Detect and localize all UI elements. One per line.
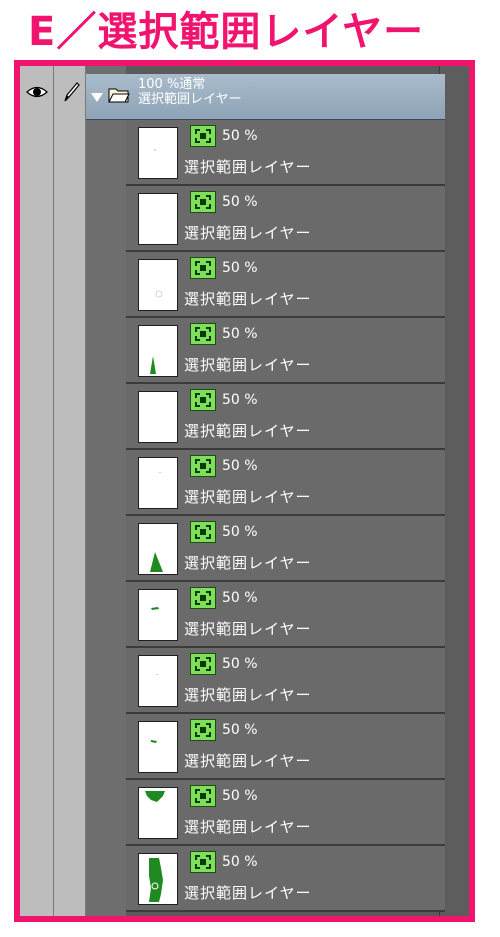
folder-opacity-blend: 100 %通常	[138, 77, 206, 92]
layer-thumbnail	[138, 721, 178, 773]
layer-opacity: 50 %	[222, 590, 258, 606]
layer-thumbnail	[138, 853, 178, 905]
layer-thumbnail	[138, 325, 178, 377]
selection-layer-icon	[190, 785, 216, 807]
layer-row[interactable]: 50 % 選択範囲レイヤー	[126, 450, 445, 516]
layer-thumbnail	[138, 193, 178, 245]
layer-opacity: 50 %	[222, 788, 258, 804]
layer-row[interactable]: 50 % 選択範囲レイヤー	[126, 186, 445, 252]
layer-name: 選択範囲レイヤー	[184, 884, 312, 902]
selection-layer-icon	[190, 455, 216, 477]
layer-name: 選択範囲レイヤー	[184, 224, 312, 242]
edit-lock-column	[54, 66, 86, 916]
layer-name: 選択範囲レイヤー	[184, 290, 312, 308]
layer-opacity: 50 %	[222, 854, 258, 870]
layer-row[interactable]: 50 % 選択範囲レイヤー	[126, 384, 445, 450]
visibility-column	[20, 66, 54, 916]
layer-name: 選択範囲レイヤー	[184, 818, 312, 836]
triangle-down-icon[interactable]	[90, 90, 104, 104]
layer-name: 選択範囲レイヤー	[184, 422, 312, 440]
layer-opacity: 50 %	[222, 392, 258, 408]
selection-layer-icon	[190, 719, 216, 741]
layer-thumbnail	[138, 391, 178, 443]
selection-layer-icon	[190, 653, 216, 675]
layer-thumbnail	[138, 787, 178, 839]
layer-row[interactable]: 50 % 選択範囲レイヤー	[126, 846, 445, 912]
layer-name: 選択範囲レイヤー	[184, 554, 312, 572]
layer-name: 選択範囲レイヤー	[184, 488, 312, 506]
layer-name: 選択範囲レイヤー	[184, 752, 312, 770]
pen-icon[interactable]	[60, 80, 82, 104]
selection-layer-icon	[190, 851, 216, 873]
indent-column	[86, 66, 126, 916]
layer-thumbnail	[138, 589, 178, 641]
selection-layer-icon	[190, 587, 216, 609]
layer-row[interactable]: 50 % 選択範囲レイヤー	[126, 516, 445, 582]
layer-thumbnail	[138, 457, 178, 509]
layer-name: 選択範囲レイヤー	[184, 686, 312, 704]
layer-thumbnail	[138, 259, 178, 311]
page-title: E／選択範囲レイヤー	[28, 9, 425, 55]
layer-opacity: 50 %	[222, 722, 258, 738]
layer-thumbnail	[138, 523, 178, 575]
layer-opacity: 50 %	[222, 458, 258, 474]
layer-row[interactable]: 50 % 選択範囲レイヤー	[126, 714, 445, 780]
folder-name: 選択範囲レイヤー	[138, 92, 242, 107]
selection-layer-icon	[190, 191, 216, 213]
selection-layer-icon	[190, 257, 216, 279]
layer-row[interactable]: 50 % 選択範囲レイヤー	[126, 648, 445, 714]
open-folder-icon	[108, 88, 130, 103]
layer-name: 選択範囲レイヤー	[184, 356, 312, 374]
layer-thumbnail	[138, 127, 178, 179]
layer-name: 選択範囲レイヤー	[184, 158, 312, 176]
layer-opacity: 50 %	[222, 656, 258, 672]
selection-layer-icon	[190, 521, 216, 543]
layer-row[interactable]: 50 % 選択範囲レイヤー	[126, 318, 445, 384]
layer-opacity: 50 %	[222, 128, 258, 144]
layer-opacity: 50 %	[222, 194, 258, 210]
layer-thumbnail	[138, 655, 178, 707]
selection-layer-icon	[190, 323, 216, 345]
layer-opacity: 50 %	[222, 524, 258, 540]
layer-opacity: 50 %	[222, 260, 258, 276]
layer-row[interactable]: 50 % 選択範囲レイヤー	[126, 252, 445, 318]
eye-icon[interactable]	[26, 84, 48, 100]
layer-row[interactable]: 50 % 選択範囲レイヤー	[126, 120, 445, 186]
layer-opacity: 50 %	[222, 326, 258, 342]
selection-layer-icon	[190, 125, 216, 147]
folder-layer-row[interactable]: 100 %通常 選択範囲レイヤー	[86, 74, 445, 120]
layer-name: 選択範囲レイヤー	[184, 620, 312, 638]
selection-layer-icon	[190, 389, 216, 411]
layer-list: 50 % 選択範囲レイヤー 50 % 選択範囲レイヤー 50 % 選択範囲レイヤ…	[126, 120, 445, 912]
layer-panel: 100 %通常 選択範囲レイヤー 50 % 選択範囲レイヤー 50 % 選択範囲…	[14, 60, 475, 922]
layer-row[interactable]: 50 % 選択範囲レイヤー	[126, 582, 445, 648]
layer-row[interactable]: 50 % 選択範囲レイヤー	[126, 780, 445, 846]
